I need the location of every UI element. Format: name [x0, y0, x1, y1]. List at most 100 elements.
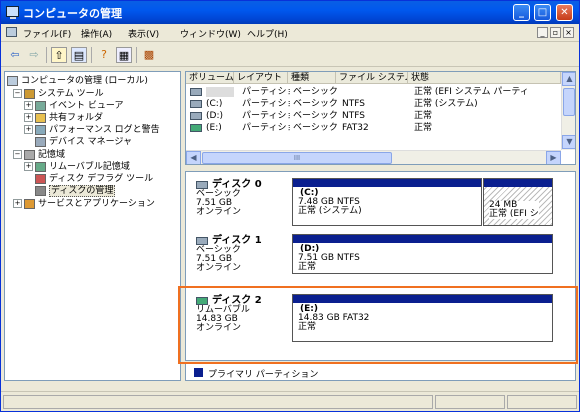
volume-icon: [190, 87, 202, 96]
column-header-status[interactable]: 状態: [408, 72, 561, 84]
table-row[interactable]: パーティション ベーシック 正常 (EFI システム パーティ: [186, 86, 561, 98]
partition-c[interactable]: (C:) 7.48 GB NTFS 正常 (システム): [292, 178, 482, 226]
tree-item-event-viewer[interactable]: + イベント ビューア: [24, 100, 124, 112]
volume-name: (D:): [206, 111, 223, 121]
close-button[interactable]: ✕: [556, 4, 573, 21]
partition-status: 正常 (EFI シ: [489, 209, 539, 219]
status-panel: [3, 395, 433, 409]
properties-icon[interactable]: ▦: [116, 47, 132, 63]
up-folder-icon[interactable]: ⇧: [51, 47, 67, 63]
volume-name: (C:): [206, 99, 223, 109]
mdi-restore-button[interactable]: ▫: [550, 27, 561, 38]
volume-icon: [190, 111, 202, 120]
forward-arrow-icon[interactable]: ⇨: [26, 47, 42, 63]
type-cell: ベーシック: [293, 123, 338, 133]
status-cell: 正常: [414, 123, 433, 133]
legend-label: プライマリ パーティション: [208, 370, 319, 380]
tree-item-disk-defragmenter[interactable]: ディスク デフラグ ツール: [35, 173, 153, 185]
status-cell: 正常 (システム): [414, 99, 478, 109]
expand-icon[interactable]: +: [13, 199, 22, 208]
expand-icon[interactable]: +: [24, 113, 33, 122]
device-manager-icon: [35, 136, 46, 147]
collapse-icon[interactable]: −: [13, 89, 22, 98]
disk-row[interactable]: ディスク 1 ベーシック 7.51 GB オンライン (D:) 7.51 GB …: [186, 234, 575, 284]
computer-icon: [6, 6, 19, 19]
help-icon[interactable]: ?: [96, 47, 112, 63]
partition-text: 24 MB 正常 (EFI シ: [489, 201, 539, 219]
title-bar[interactable]: コンピュータの管理 _ □ ✕: [1, 1, 579, 24]
volume-icon: [190, 99, 202, 108]
volume-cell: (E:): [188, 122, 234, 134]
tree-item-performance-logs[interactable]: + パフォーマンス ログと警告: [24, 124, 160, 136]
column-header-type[interactable]: 種類: [288, 72, 336, 84]
layout-cell: パーティション: [242, 111, 290, 121]
horizontal-scrollbar[interactable]: ◀ III ▶: [186, 150, 561, 164]
scroll-thumb[interactable]: III: [202, 152, 392, 164]
back-arrow-icon[interactable]: ⇦: [7, 47, 23, 63]
menu-help[interactable]: ヘルプ(H): [247, 27, 288, 40]
maximize-button[interactable]: □: [534, 4, 551, 21]
removable-volume-icon: [190, 123, 202, 132]
vertical-scrollbar[interactable]: ▲ ▼: [561, 72, 575, 150]
partition-efi[interactable]: 24 MB 正常 (EFI シ: [483, 178, 553, 226]
scroll-left-icon[interactable]: ◀: [186, 151, 201, 164]
partition-bar: [293, 235, 552, 243]
computer-icon: [7, 75, 18, 86]
table-row[interactable]: (E:) パーティション ベーシック FAT32 正常: [186, 122, 561, 134]
scroll-up-icon[interactable]: ▲: [562, 72, 575, 86]
menu-view[interactable]: 表示(V): [128, 27, 159, 40]
mdi-minimize-button[interactable]: _: [537, 27, 548, 38]
status-panel: [435, 395, 505, 409]
tree-item-computer-management[interactable]: コンピュータの管理 (ローカル): [7, 75, 148, 87]
table-row[interactable]: (D:) パーティション ベーシック NTFS 正常: [186, 110, 561, 122]
disk-row[interactable]: ディスク 0 ベーシック 7.51 GB オンライン (C:) 7.48 GB …: [186, 178, 575, 228]
hard-disk-icon: [196, 236, 208, 245]
tree-item-storage[interactable]: − 記憶域: [13, 149, 65, 161]
scroll-down-icon[interactable]: ▼: [562, 135, 575, 149]
shared-folder-icon: [35, 112, 46, 123]
column-header-layout[interactable]: レイアウト: [234, 72, 288, 84]
collapse-icon[interactable]: −: [13, 150, 22, 159]
column-header-file-system[interactable]: ファイル システム: [336, 72, 408, 84]
expand-icon[interactable]: +: [24, 101, 33, 110]
disk-info: ディスク 1 ベーシック 7.51 GB オンライン: [196, 236, 262, 273]
tree-item-device-manager[interactable]: デバイス マネージャ: [35, 136, 132, 148]
tree-item-disk-management[interactable]: ディスクの管理: [35, 185, 116, 197]
scroll-thumb[interactable]: [563, 88, 575, 116]
hard-disk-icon: [196, 180, 208, 189]
table-row[interactable]: (C:) パーティション ベーシック NTFS 正常 (システム): [186, 98, 561, 110]
disk-state: オンライン: [196, 207, 242, 217]
expand-icon[interactable]: +: [24, 162, 33, 171]
toolbar-separator: [46, 47, 47, 63]
partition-d[interactable]: (D:) 7.51 GB NTFS 正常: [292, 234, 553, 274]
file-system-cell: NTFS: [342, 111, 365, 121]
partition-text: (D:) 7.51 GB NTFS 正常: [298, 245, 360, 272]
partition-text: (C:) 7.48 GB NTFS 正常 (システム): [298, 189, 362, 216]
tools-icon: [24, 88, 35, 99]
computer-icon: [6, 27, 17, 37]
toolbar-separator: [136, 47, 137, 63]
menu-window[interactable]: ウィンドウ(W): [180, 27, 241, 40]
tree-item-removable-storage[interactable]: + リムーバブル記憶域: [24, 161, 130, 173]
tree-item-shared-folders[interactable]: + 共有フォルダ: [24, 112, 103, 124]
tree-item-services-and-applications[interactable]: + サービスとアプリケーション: [13, 198, 155, 210]
unnamed-volume-placeholder: [206, 86, 234, 97]
event-viewer-icon: [35, 100, 46, 111]
disk-state: オンライン: [196, 263, 242, 273]
status-cell: 正常 (EFI システム パーティ: [414, 87, 529, 97]
scroll-right-icon[interactable]: ▶: [546, 151, 561, 164]
status-panel: [507, 395, 577, 409]
mdi-close-button[interactable]: ×: [563, 27, 574, 38]
minimize-button[interactable]: _: [513, 4, 530, 21]
tree-item-system-tools[interactable]: − システム ツール: [13, 88, 104, 100]
disk-info: ディスク 0 ベーシック 7.51 GB オンライン: [196, 180, 262, 217]
expand-icon[interactable]: +: [24, 125, 33, 134]
menu-bar: ファイル(F) 操作(A) 表示(V) ウィンドウ(W) ヘルプ(H) _ ▫ …: [1, 24, 579, 42]
show-hide-tree-icon[interactable]: ▤: [71, 47, 87, 63]
status-cell: 正常: [414, 111, 433, 121]
column-header-volume[interactable]: ボリューム: [186, 72, 234, 84]
menu-action[interactable]: 操作(A): [81, 27, 112, 40]
menu-file[interactable]: ファイル(F): [23, 27, 71, 40]
disk-settings-icon[interactable]: ▩: [141, 47, 157, 63]
performance-icon: [35, 124, 46, 135]
